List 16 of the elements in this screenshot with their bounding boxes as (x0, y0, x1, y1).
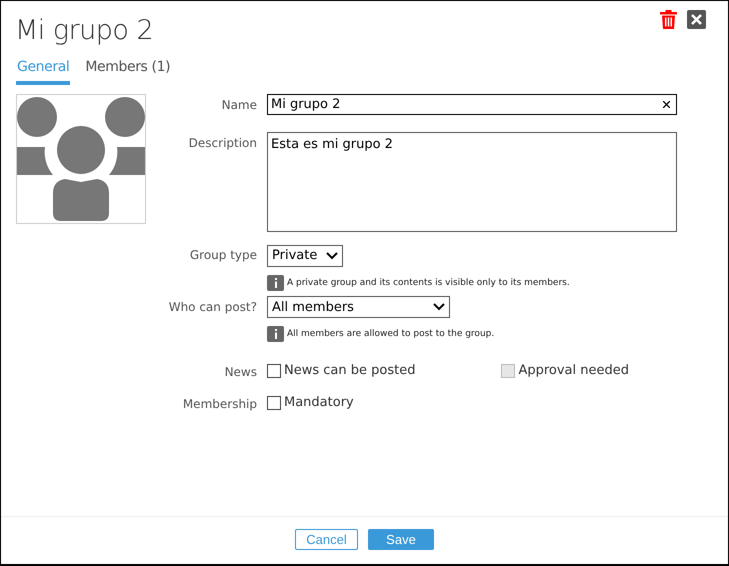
info-text: A private group and its contents is visible only to its members. (287, 278, 570, 288)
field-label: News (224, 364, 257, 379)
description-field[interactable]: Esta es mi grupo 2 (267, 132, 677, 232)
field-label: Group type (188, 247, 257, 264)
name-field[interactable]: Mi grupo 2 (267, 94, 677, 115)
checkbox[interactable]: News can be posted (267, 363, 416, 378)
field-label: Who can post? (168, 298, 257, 316)
dialog-title: Mi grupo 2 (15, 15, 154, 46)
field-label: Name (220, 97, 257, 114)
field-label: Description (188, 135, 257, 152)
checkbox[interactable]: Mandatory (267, 395, 354, 410)
info-text: All members are allowed to post to the group. (287, 329, 494, 339)
group-type-select[interactable]: Private (267, 244, 343, 266)
field-label: Membership (182, 396, 257, 411)
who-can-post-select[interactable]: All members (267, 296, 450, 318)
tab[interactable]: Members (1) (84, 59, 172, 85)
